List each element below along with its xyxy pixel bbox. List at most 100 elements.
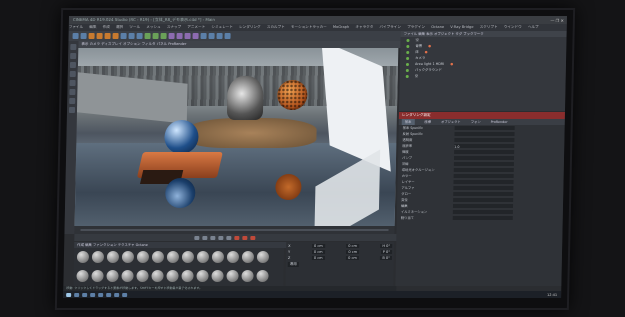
record-icon[interactable] — [234, 235, 240, 240]
array-icon[interactable] — [192, 33, 199, 39]
material-swatch[interactable] — [136, 251, 150, 263]
subdivision-icon[interactable] — [184, 33, 191, 39]
keyframe-selection-icon[interactable] — [250, 235, 256, 240]
cinema4d-taskbar-icon[interactable] — [106, 292, 112, 297]
material-swatch[interactable] — [226, 269, 239, 282]
menu-file[interactable]: ファイル — [69, 25, 83, 29]
task-view-icon[interactable] — [82, 292, 88, 297]
model-mode-icon[interactable] — [70, 44, 77, 50]
coord-size-y[interactable]: 0 cm — [346, 250, 360, 254]
menu-tools[interactable]: ツール — [129, 25, 140, 29]
material-swatch[interactable] — [166, 269, 179, 282]
menu-vray[interactable]: V-Ray Bridge — [450, 25, 473, 29]
autokey-icon[interactable] — [242, 235, 248, 240]
go-to-end-icon[interactable] — [226, 235, 232, 240]
coord-rotation-h[interactable]: H 0° — [380, 244, 393, 248]
menu-edit[interactable]: 編集 — [89, 25, 96, 29]
material-swatch[interactable] — [196, 251, 210, 263]
previous-key-icon[interactable] — [202, 235, 208, 240]
menu-mesh[interactable]: メッシュ — [146, 25, 160, 29]
menu-mograph[interactable]: MoGraph — [333, 25, 349, 29]
visibility-dot-icon[interactable] — [405, 68, 409, 72]
rotate-icon[interactable] — [112, 33, 119, 39]
material-swatch[interactable] — [211, 251, 225, 263]
viewport-menu[interactable]: 表示 カメラ ディスプレイ オプション フィルタ パネル ProRender — [78, 41, 402, 48]
visibility-dot-icon[interactable] — [406, 38, 410, 42]
snap-icon[interactable] — [69, 98, 76, 104]
material-swatch[interactable] — [166, 251, 180, 263]
coord-position-y[interactable]: 0 cm — [311, 250, 325, 254]
visibility-dot-icon[interactable] — [406, 44, 410, 48]
attribute-value[interactable] — [453, 156, 515, 160]
coord-size-z[interactable]: 0 cm — [346, 256, 359, 260]
undo-icon[interactable] — [72, 33, 79, 39]
light-icon[interactable] — [224, 33, 231, 39]
menu-render[interactable]: レンダリング — [239, 25, 261, 29]
material-swatch[interactable] — [91, 269, 104, 282]
material-swatch[interactable] — [121, 269, 134, 282]
material-swatch[interactable] — [256, 269, 269, 282]
material-swatch[interactable] — [196, 269, 209, 282]
menu-octane[interactable]: Octane — [431, 25, 444, 29]
coord-size-x[interactable]: 0 cm — [346, 244, 359, 248]
visibility-dot-icon[interactable] — [405, 62, 410, 66]
cube-icon[interactable] — [168, 33, 175, 39]
menu-create[interactable]: 作成 — [103, 25, 110, 29]
rock-object[interactable] — [186, 118, 317, 148]
material-swatch[interactable] — [241, 251, 255, 263]
coord-rotation-p[interactable]: P 0° — [380, 250, 393, 254]
y-axis-icon[interactable] — [128, 33, 135, 39]
material-swatch[interactable] — [151, 251, 165, 263]
menu-sculpt[interactable]: スカルプト — [267, 25, 285, 29]
explorer-icon[interactable] — [90, 292, 96, 297]
visibility-dot-icon[interactable] — [405, 74, 409, 78]
select-icon[interactable] — [88, 33, 95, 39]
material-swatch[interactable] — [241, 269, 254, 282]
play-icon[interactable] — [210, 235, 216, 240]
deformer-icon[interactable] — [200, 33, 207, 39]
tab-phong[interactable]: フォン — [471, 119, 481, 125]
material-swatch[interactable] — [181, 251, 195, 263]
material-swatch[interactable] — [226, 251, 240, 263]
material-swatch[interactable] — [76, 251, 90, 263]
bust-object[interactable] — [226, 76, 264, 120]
menu-pipeline[interactable]: パイプライン — [379, 25, 401, 29]
attribute-value[interactable] — [453, 162, 514, 166]
material-swatch[interactable] — [211, 269, 224, 282]
material-swatch[interactable] — [151, 269, 164, 282]
visibility-dot-icon[interactable] — [406, 56, 410, 60]
menu-plugins[interactable]: プラグイン — [407, 25, 425, 29]
attribute-value[interactable] — [454, 126, 515, 130]
x-axis-icon[interactable] — [120, 33, 127, 39]
object-list-item[interactable]: 空 — [400, 73, 566, 79]
object-tag[interactable]: ● — [428, 43, 431, 49]
menu-snap[interactable]: スナップ — [167, 25, 181, 29]
render-view-icon[interactable] — [144, 33, 151, 39]
texture-mode-icon[interactable] — [70, 53, 77, 59]
next-key-icon[interactable] — [218, 235, 224, 240]
search-icon[interactable] — [74, 292, 80, 297]
pen-icon[interactable] — [176, 33, 183, 39]
z-axis-icon[interactable] — [136, 33, 143, 39]
attribute-value[interactable] — [453, 174, 514, 178]
attribute-value[interactable] — [453, 186, 514, 190]
material-swatch[interactable] — [181, 269, 194, 282]
coord-position-z[interactable]: 0 cm — [311, 256, 325, 260]
material-swatch[interactable] — [121, 251, 135, 263]
object-tag[interactable]: ● — [450, 61, 453, 67]
attribute-value[interactable] — [454, 132, 515, 136]
menu-select[interactable]: 選択 — [116, 25, 123, 29]
workplane-icon[interactable] — [68, 107, 76, 113]
visibility-dot-icon[interactable] — [406, 50, 410, 54]
attribute-value[interactable] — [454, 150, 515, 154]
viewport[interactable] — [74, 48, 399, 226]
menu-character[interactable]: キャラクタ — [355, 25, 373, 29]
menu-animate[interactable]: アニメート — [187, 25, 205, 29]
attribute-value[interactable]: 1.0 — [454, 144, 515, 149]
redo-icon[interactable] — [80, 33, 87, 39]
points-mode-icon[interactable] — [69, 62, 77, 68]
attribute-value[interactable] — [453, 198, 514, 202]
attribute-value[interactable] — [453, 180, 514, 184]
polygons-mode-icon[interactable] — [69, 80, 76, 86]
attribute-value[interactable] — [453, 168, 514, 172]
